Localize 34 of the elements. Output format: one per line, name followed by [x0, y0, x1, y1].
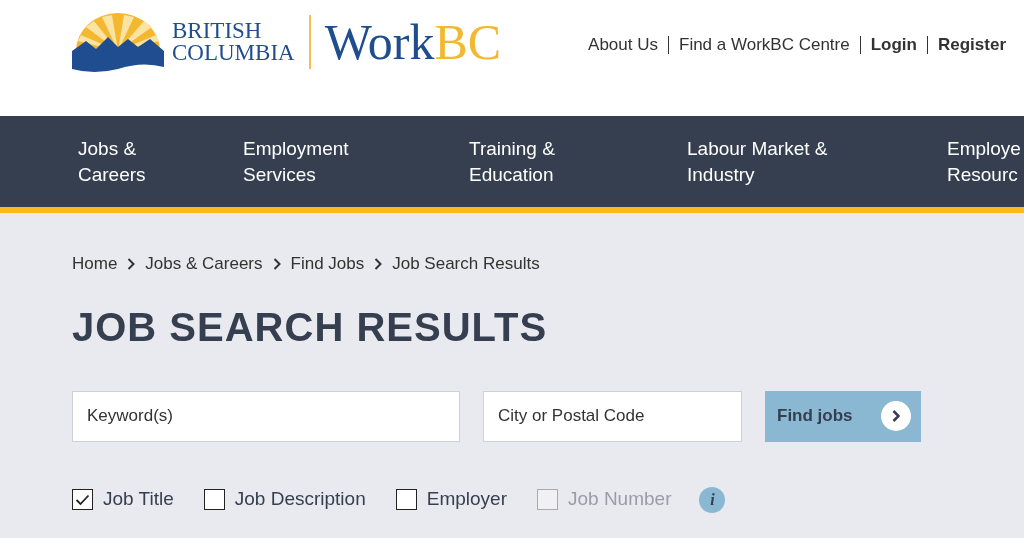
header-link[interactable]: About Us [588, 32, 658, 58]
nav-item[interactable]: Employe Resourc [947, 135, 1024, 188]
breadcrumb-item[interactable]: Jobs & Careers [145, 251, 263, 277]
chevron-right-icon [272, 257, 281, 270]
header-link[interactable]: Register [937, 32, 1006, 58]
nav-item[interactable]: Jobs & Careers [78, 135, 243, 188]
sunset-mountains-icon [72, 11, 164, 73]
location-field[interactable]: City or Postal Code [483, 390, 742, 442]
page-title: JOB SEARCH RESULTS [72, 306, 549, 347]
chevron-right-icon [127, 257, 136, 270]
chevron-right-icon [374, 257, 383, 270]
nav-item[interactable]: Employment Services [243, 135, 469, 188]
logo-text: BRITISH [172, 20, 263, 42]
checkbox[interactable] [395, 489, 417, 510]
logo-text: COLUMBIA [172, 42, 295, 64]
keyword-field[interactable]: Keyword(s) [72, 390, 460, 442]
nav-item[interactable]: Training & Education [469, 135, 687, 188]
checkbox-label: Job Title [103, 487, 174, 512]
checkbox-label: Employer [426, 487, 507, 512]
checkbox[interactable] [203, 489, 225, 510]
breadcrumb-item[interactable]: Home [72, 251, 118, 277]
nav-item[interactable]: Labour Market & Industry [687, 135, 947, 188]
header-link[interactable]: Find a WorkBC Centre [679, 32, 850, 58]
checkbox-label: Job Number [567, 487, 672, 512]
logo-wordmark: WorkBC [324, 17, 502, 67]
chevron-right-icon [881, 401, 911, 431]
checkbox[interactable] [72, 489, 93, 510]
breadcrumb-item[interactable]: Find Jobs [290, 251, 365, 277]
checkbox-label: Job Description [234, 487, 366, 512]
check-icon [75, 493, 90, 506]
header-link[interactable]: Login [870, 32, 917, 58]
find-jobs-button[interactable]: Find jobs [765, 390, 921, 442]
breadcrumb-item: Job Search Results [392, 253, 540, 275]
info-button[interactable]: i [699, 486, 726, 513]
